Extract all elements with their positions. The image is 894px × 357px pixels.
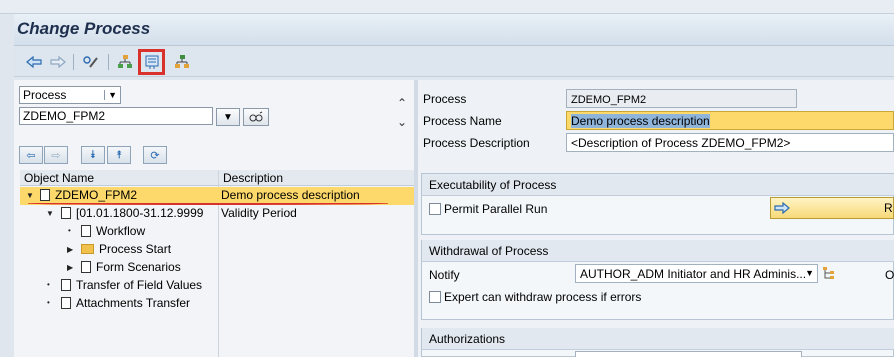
tree-node-label: [01.01.1800-31.12.9999 [76,206,204,220]
object-type-value: Process [23,88,67,102]
object-type-select[interactable]: Process ▼ [19,86,121,104]
field-mapping-icon[interactable] [138,49,165,75]
process-description-input[interactable]: <Description of Process ZDEMO_FPM2> [566,133,894,152]
tree-node-label: Form Scenarios [96,260,181,274]
column-header-description[interactable]: Description [223,171,283,185]
process-description-value: <Description of Process ZDEMO_FPM2> [571,136,791,150]
authorizations-group-title: Authorizations [422,328,894,350]
notify-value: AUTHOR_ADM Initiator and HR Adminis... [580,267,807,281]
tree-row[interactable]: ▶ Form Scenarios [20,259,414,277]
notify-label: Notify [429,268,460,282]
object-value-text: ZDEMO_FPM2 [23,109,106,123]
collapse-left-button[interactable]: ⇦ [19,146,43,164]
tree-row[interactable]: • Workflow [20,223,414,241]
process-label: Process [423,92,467,106]
top-strip [0,0,894,14]
scroll-down-icon[interactable]: ⌄ [397,115,407,129]
document-icon [81,225,91,237]
display-change-icon[interactable] [80,51,102,73]
expert-withdraw-label: Expert can withdraw process if errors [444,290,642,304]
tree-node-description: Validity Period [221,206,297,220]
run-button-label: R [884,201,893,215]
toolbar-separator [73,54,74,70]
tree-node-label: Attachments Transfer [76,296,191,310]
permit-parallel-run-checkbox[interactable] [429,203,441,215]
glasses-icon [249,111,263,122]
arrow-right-icon: ⇨ [51,149,61,162]
notify-select[interactable]: AUTHOR_ADM Initiator and HR Adminis... ▼ [575,264,818,283]
org-structure-icon[interactable] [171,51,193,73]
expand-arrow-icon[interactable]: ▼ [46,209,54,218]
authorizations-field[interactable] [575,351,802,357]
trailing-label: O [885,268,894,282]
arrow-right-icon [774,202,790,214]
leaf-bullet-icon: • [47,280,50,289]
object-value-input[interactable]: ZDEMO_FPM2 [19,107,213,125]
tree-node-label: ZDEMO_FPM2 [55,188,138,202]
expand-all-icon: ⯯ [89,148,97,161]
process-name-input[interactable]: Demo process description [566,111,894,130]
back-arrow-icon[interactable] [23,51,45,73]
object-value-dropdown-button[interactable]: ▼ [216,108,240,126]
process-value: ZDEMO_FPM2 [571,94,647,106]
tree-node-label: Process Start [99,242,172,256]
refresh-button[interactable]: ⟳ [143,146,167,164]
tree-header: Object Name Description [20,170,414,186]
document-icon [81,261,91,273]
tree-node-label: Transfer of Field Values [76,278,203,292]
process-field: ZDEMO_FPM2 [566,89,797,108]
tree-row[interactable]: ▼ [01.01.1800-31.12.9999 Validity Period [20,205,414,223]
process-name-value: Demo process description [571,114,710,128]
document-icon [61,297,71,309]
process-description-label: Process Description [423,136,530,150]
page-title: Change Process [17,19,151,38]
expand-arrow-icon[interactable]: ▶ [67,263,73,272]
leaf-bullet-icon: • [68,226,71,235]
tree-row[interactable]: • Transfer of Field Values [20,277,414,295]
leaf-bullet-icon: • [47,298,50,307]
tree-node-description: Demo process description [221,188,360,202]
tree-row[interactable]: ▶ Process Start [20,241,414,259]
chevron-down-icon: ▼ [104,90,117,100]
document-icon [40,189,50,201]
folder-icon [81,244,94,254]
expand-arrow-icon[interactable]: ▶ [67,245,73,254]
value-help-icon[interactable] [822,266,836,283]
collapse-all-button[interactable]: ⯭ [107,146,131,164]
arrow-left-icon: ⇦ [26,149,36,162]
refresh-icon: ⟳ [150,149,160,162]
collapse-all-icon: ⯭ [115,148,123,161]
column-header-object-name[interactable]: Object Name [24,171,94,185]
tree-row[interactable]: • Attachments Transfer [20,295,414,313]
display-object-button[interactable] [243,108,269,126]
document-icon [61,207,71,219]
executability-group-title: Executability of Process [422,174,894,196]
scroll-up-icon[interactable]: ⌃ [397,96,407,110]
hierarchy-icon[interactable] [114,51,136,73]
tree-node-label: Workflow [96,224,146,238]
chevron-down-icon: ▼ [805,268,814,278]
permit-parallel-run-label: Permit Parallel Run [444,202,548,216]
withdrawal-group-title: Withdrawal of Process [422,240,894,262]
expand-right-button[interactable]: ⇨ [44,146,68,164]
process-name-label: Process Name [423,114,502,128]
forward-arrow-icon[interactable] [47,51,69,73]
expand-arrow-icon[interactable]: ▼ [26,191,34,200]
run-button[interactable]: R [770,197,894,219]
toolbar-separator [108,54,109,70]
expert-withdraw-checkbox[interactable] [429,291,441,303]
triangle-down-icon: ▼ [223,111,233,123]
expand-all-button[interactable]: ⯯ [81,146,105,164]
document-icon [61,279,71,291]
